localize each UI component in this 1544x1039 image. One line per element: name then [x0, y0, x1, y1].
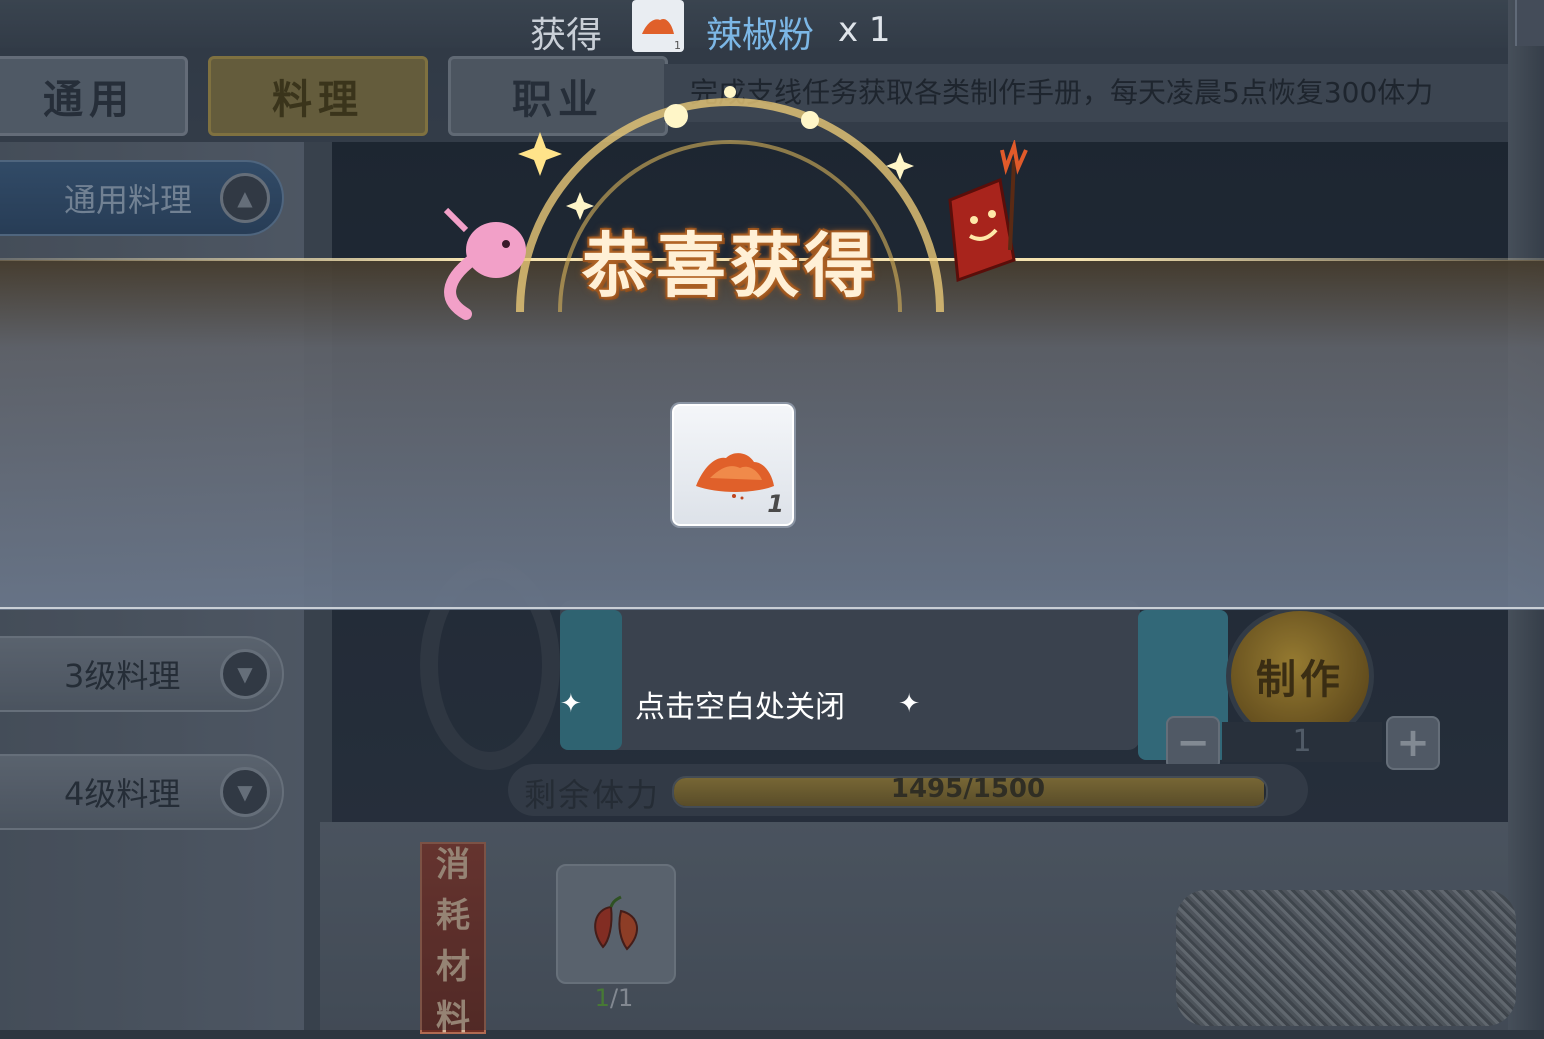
- reward-item-card[interactable]: 1: [672, 404, 794, 526]
- obtained-item-name: 辣椒粉: [706, 15, 815, 56]
- close-hint[interactable]: ✦ 点击空白处关闭 ✦: [560, 682, 920, 726]
- reward-band-bottom-line: [0, 607, 1544, 609]
- obtained-item-icon: 1: [632, 0, 684, 52]
- close-hint-text: 点击空白处关闭: [635, 690, 845, 725]
- reward-title: 恭喜获得: [582, 224, 878, 307]
- red-devil-mascot: [948, 140, 1028, 283]
- chili-powder-icon: [642, 18, 674, 34]
- obtain-label: 获得: [530, 15, 603, 56]
- sparkle-icon: ✦: [560, 689, 582, 719]
- obtained-item-quantity: x 1: [838, 10, 891, 50]
- sparkle-icon: ✦: [898, 689, 920, 719]
- pink-creature-mascot: [443, 207, 526, 320]
- obtained-item-icon-count: 1: [674, 39, 681, 52]
- reward-item-count: 1: [767, 490, 784, 518]
